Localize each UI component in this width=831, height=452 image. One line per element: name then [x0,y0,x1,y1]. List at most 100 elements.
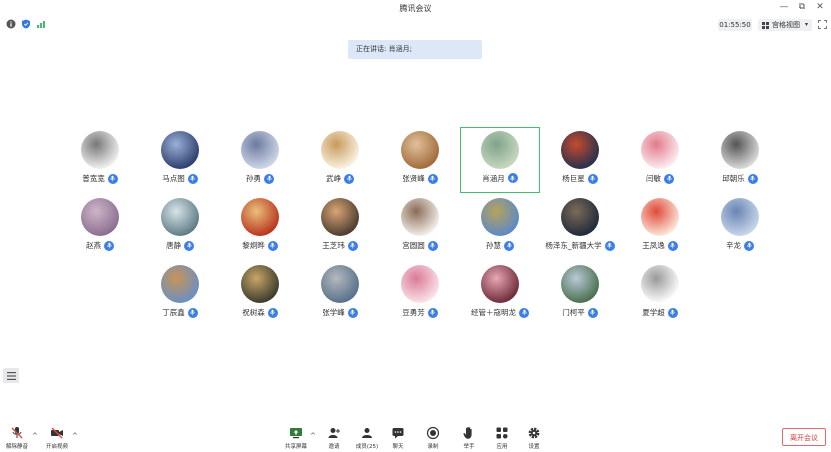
chat-label: 聊天 [392,444,404,450]
participant-tile[interactable]: 王凤逸 [620,194,700,260]
microphone-icon [667,240,678,251]
unmute-button[interactable]: 解除静音 [0,426,34,450]
share-screen-icon [290,428,302,439]
microphone-icon [347,307,358,318]
participant-tile[interactable]: 杨巨星 [540,127,620,193]
anime-avatar [241,131,279,169]
girl-avatar [321,198,359,236]
microphone-icon [267,307,278,318]
participant-tile[interactable]: 肖涵月 [460,127,540,193]
microphone-icon [104,240,114,251]
participant-tile[interactable]: 唐静 [140,194,220,260]
participant-name: 王凤逸 [642,241,665,250]
participant-tile[interactable]: 豆勇芳 [380,261,460,327]
participant-name: 赵燕 [86,241,101,250]
close-button[interactable]: ✕ [815,2,825,12]
participant-tile[interactable]: 邱朝乐 [700,127,780,193]
participant-tile[interactable]: 张贤峰 [380,127,460,193]
list-icon [6,371,16,380]
share-options-caret[interactable]: ^ [310,432,316,440]
settings-button[interactable]: 设置 [517,426,551,450]
microphone-icon [347,240,358,251]
participant-tile[interactable]: 孙慧 [460,194,540,260]
participant-name: 闫敏 [646,174,661,183]
bear-avatar [401,131,439,169]
restore-button[interactable]: ⧉ [797,2,807,12]
minimize-button[interactable]: — [779,2,789,12]
microphone-icon [427,173,438,184]
microphone-icon [427,307,438,318]
members-button[interactable]: 成员(25) [350,426,384,450]
painting-avatar [480,130,519,169]
apps-button[interactable]: 应用 [485,426,519,450]
dog-photo-avatar [241,265,279,303]
city-avatar [161,265,199,303]
chat-button[interactable]: 聊天 [381,426,415,450]
record-button[interactable]: 录制 [416,426,450,450]
unmute-label: 解除静音 [5,444,28,450]
participant-name: 经管＋寇明龙 [471,308,516,317]
participant-tile[interactable]: 丁辰鑫 [140,261,220,327]
microphone-icon [507,173,518,183]
participant-tile[interactable]: 赵燕 [60,194,140,260]
microphone-icon [747,173,758,184]
members-label: 成员(25) [355,444,379,450]
microphone-icon [667,307,678,318]
participant-name: 夏学超 [642,308,665,317]
participant-name: 丁辰鑫 [162,308,185,317]
video-options-caret[interactable]: ^ [72,432,78,440]
invite-label: 邀请 [328,444,340,450]
audio-options-caret[interactable]: ^ [32,432,38,440]
invite-button[interactable]: 邀请 [317,426,351,450]
security-shield-icon[interactable] [21,19,31,29]
microphone-icon [604,240,615,251]
participant-name: 张贤峰 [402,174,425,183]
start-video-button[interactable]: 开启视频 [40,426,74,450]
participant-tile[interactable]: 黎炯晔 [220,194,300,260]
fullscreen-icon[interactable] [818,20,827,29]
anime-girl-avatar [81,198,119,236]
participant-tile[interactable]: 夏学超 [620,261,700,327]
participant-tile[interactable]: 孙勇 [220,127,300,193]
grid-view-dropdown[interactable]: 宫格视图 ▾ [758,19,812,31]
participant-tile[interactable]: 王芝玮 [300,194,380,260]
grid-view-label: 宫格视图 [772,21,800,29]
leave-meeting-button[interactable]: 离开会议 [782,428,826,446]
girl-illustration-avatar [401,265,439,303]
girl-photo-avatar [161,131,199,169]
couple-avatar [481,265,519,303]
microphone-icon [187,173,198,184]
dark-landscape-avatar [561,131,599,169]
participant-tile[interactable]: 祝树森 [220,261,300,327]
signal-icon[interactable] [36,19,46,29]
share-screen-label: 共享屏幕 [284,444,307,450]
coffee-cup-avatar [641,265,679,303]
share-screen-button[interactable]: 共享屏幕 [279,426,313,450]
info-icon[interactable] [6,19,16,29]
speaking-indicator: 正在讲话: 肖涵月; [348,40,482,59]
microphone-icon [587,307,598,318]
participant-tile[interactable]: 普宽宽 [60,127,140,193]
participant-tile[interactable]: 张学峰 [300,261,380,327]
record-icon [426,426,440,440]
participant-tile[interactable]: 辛龙 [700,194,780,260]
sketch-girl-avatar [401,198,439,236]
participant-name: 杨巨星 [562,174,585,183]
raise-hand-label: 举手 [463,444,475,450]
apps-label: 应用 [496,444,508,450]
participant-name: 武峥 [326,174,341,183]
participant-tile[interactable]: 马点图 [140,127,220,193]
participant-tile[interactable]: 经管＋寇明龙 [460,261,540,327]
participant-name: 普宽宽 [82,174,105,183]
participant-tile[interactable]: 宫圆圆 [380,194,460,260]
people-photo-avatar [321,265,359,303]
participant-tile[interactable]: 门柯平 [540,261,620,327]
list-toggle-button[interactable] [3,368,19,383]
microphone-icon [107,173,118,184]
raise-hand-button[interactable]: 举手 [452,426,486,450]
chevron-down-icon: ▾ [805,21,809,28]
participant-tile[interactable]: 闫敏 [620,127,700,193]
participant-tile[interactable]: 杨泽东_新疆大学 [540,194,620,260]
participant-name: 马点图 [162,174,185,183]
participant-tile[interactable]: 武峥 [300,127,380,193]
